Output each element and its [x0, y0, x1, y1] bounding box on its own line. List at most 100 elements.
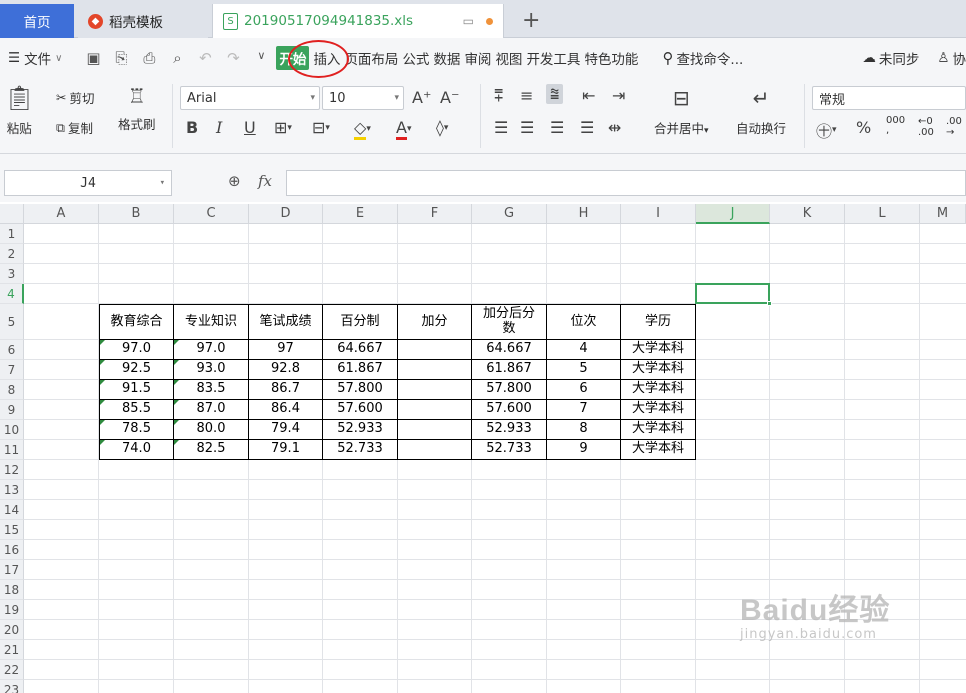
table-cell[interactable]: 83.5: [174, 380, 249, 400]
row-header-6[interactable]: 6: [0, 340, 24, 360]
table-cell[interactable]: 大学本科: [621, 340, 696, 360]
copy-button[interactable]: ⧉ 复制: [56, 118, 93, 137]
new-tab-button[interactable]: +: [522, 8, 540, 33]
wrap-text-button[interactable]: ↵ 自动换行: [736, 86, 786, 137]
table-cell[interactable]: 52.933: [472, 420, 547, 440]
tab-file[interactable]: S 20190517094941835.xls ▭: [212, 4, 504, 38]
table-header-cell[interactable]: 专业知识: [174, 305, 249, 340]
table-cell[interactable]: 97.0: [174, 340, 249, 360]
row-header-21[interactable]: 21: [0, 640, 24, 660]
column-header-i[interactable]: I: [621, 204, 696, 224]
row-header-10[interactable]: 10: [0, 420, 24, 440]
thousands-icon[interactable]: 000,: [886, 116, 905, 136]
fill-handle[interactable]: [767, 301, 772, 306]
fill-color-icon[interactable]: ◇ ▾: [354, 118, 371, 140]
increase-decimal-icon[interactable]: ←0.00: [918, 116, 934, 138]
bold-button[interactable]: B: [186, 118, 198, 137]
menu-file[interactable]: ☰ 文件 ∨: [8, 48, 62, 68]
table-cell[interactable]: 大学本科: [621, 400, 696, 420]
row-header-8[interactable]: 8: [0, 380, 24, 400]
table-cell[interactable]: [398, 420, 472, 440]
column-header-m[interactable]: M: [920, 204, 966, 224]
redo-icon[interactable]: ↷: [224, 49, 242, 67]
table-cell[interactable]: 5: [547, 360, 621, 380]
print-preview-icon[interactable]: ⌕: [168, 49, 186, 67]
column-header-d[interactable]: D: [249, 204, 323, 224]
menu-view[interactable]: 视图: [495, 48, 522, 68]
table-cell[interactable]: 93.0: [174, 360, 249, 380]
table-cell[interactable]: 52.933: [323, 420, 398, 440]
number-format-select[interactable]: 常规: [812, 86, 966, 110]
align-right-icon[interactable]: ☰: [550, 118, 564, 137]
table-cell[interactable]: 97: [249, 340, 323, 360]
row-header-20[interactable]: 20: [0, 620, 24, 640]
align-left-icon[interactable]: ☰: [494, 118, 508, 137]
table-cell[interactable]: 80.0: [174, 420, 249, 440]
table-cell[interactable]: 79.4: [249, 420, 323, 440]
column-header-a[interactable]: A: [24, 204, 99, 224]
table-cell[interactable]: 57.600: [323, 400, 398, 420]
table-cell[interactable]: 8: [547, 420, 621, 440]
row-header-16[interactable]: 16: [0, 540, 24, 560]
table-cell[interactable]: 61.867: [472, 360, 547, 380]
distribute-icon[interactable]: ⇹: [608, 118, 621, 137]
row-header-23[interactable]: 23: [0, 680, 24, 693]
table-cell[interactable]: [398, 360, 472, 380]
italic-button[interactable]: I: [216, 118, 222, 137]
table-cell[interactable]: 64.667: [472, 340, 547, 360]
table-header-cell[interactable]: 教育综合: [100, 305, 174, 340]
align-center-icon[interactable]: ☰: [520, 118, 534, 137]
font-name-select[interactable]: Arial ▾: [180, 86, 320, 110]
cell-style-icon[interactable]: ⊟ ▾: [312, 118, 330, 137]
tab-template[interactable]: ◆ 稻壳模板: [78, 4, 208, 38]
row-header-4[interactable]: 4: [0, 284, 24, 304]
column-header-c[interactable]: C: [174, 204, 249, 224]
table-cell[interactable]: 92.5: [100, 360, 174, 380]
row-header-14[interactable]: 14: [0, 500, 24, 520]
monitor-icon[interactable]: ▭: [463, 14, 474, 28]
table-cell[interactable]: 大学本科: [621, 420, 696, 440]
table-cell[interactable]: [398, 340, 472, 360]
row-header-15[interactable]: 15: [0, 520, 24, 540]
table-header-cell[interactable]: 位次: [547, 305, 621, 340]
align-bottom-icon[interactable]: ⩰: [546, 84, 564, 104]
save-icon[interactable]: ▣: [84, 49, 102, 67]
table-cell[interactable]: 78.5: [100, 420, 174, 440]
table-cell[interactable]: 74.0: [100, 440, 174, 460]
table-cell[interactable]: [398, 440, 472, 460]
search-command[interactable]: ⚲ 查找命令...: [662, 48, 743, 68]
cut-button[interactable]: ✂ 剪切: [56, 88, 95, 107]
table-cell[interactable]: 64.667: [323, 340, 398, 360]
table-cell[interactable]: 57.600: [472, 400, 547, 420]
table-cell[interactable]: 52.733: [323, 440, 398, 460]
indent-decrease-icon[interactable]: ⇤: [582, 86, 595, 105]
table-cell[interactable]: 85.5: [100, 400, 174, 420]
menu-review[interactable]: 审阅: [464, 48, 491, 68]
zoom-icon[interactable]: ⊕: [228, 172, 241, 190]
row-header-17[interactable]: 17: [0, 560, 24, 580]
format-painter-button[interactable]: ♖ 格式刷: [118, 84, 156, 133]
table-header-cell[interactable]: 加分: [398, 305, 472, 340]
table-cell[interactable]: 52.733: [472, 440, 547, 460]
decrease-decimal-icon[interactable]: .00 →: [946, 116, 962, 138]
column-header-j[interactable]: J: [696, 204, 770, 224]
select-all-corner[interactable]: [0, 204, 24, 224]
table-cell[interactable]: 大学本科: [621, 380, 696, 400]
active-cell-selection[interactable]: [695, 283, 772, 306]
table-cell[interactable]: 97.0: [100, 340, 174, 360]
menu-data[interactable]: 数据: [433, 48, 460, 68]
justify-icon[interactable]: ☰: [580, 118, 594, 137]
column-header-k[interactable]: K: [770, 204, 845, 224]
table-header-cell[interactable]: 学历: [621, 305, 696, 340]
formula-input[interactable]: [286, 170, 966, 196]
print-icon[interactable]: ⎙: [140, 49, 158, 67]
currency-icon[interactable]: ㊉ ▾: [816, 118, 837, 142]
row-header-22[interactable]: 22: [0, 660, 24, 680]
table-cell[interactable]: 7: [547, 400, 621, 420]
column-header-l[interactable]: L: [845, 204, 920, 224]
table-cell[interactable]: 61.867: [323, 360, 398, 380]
table-cell[interactable]: 57.800: [323, 380, 398, 400]
table-cell[interactable]: 9: [547, 440, 621, 460]
column-header-e[interactable]: E: [323, 204, 398, 224]
row-header-13[interactable]: 13: [0, 480, 24, 500]
